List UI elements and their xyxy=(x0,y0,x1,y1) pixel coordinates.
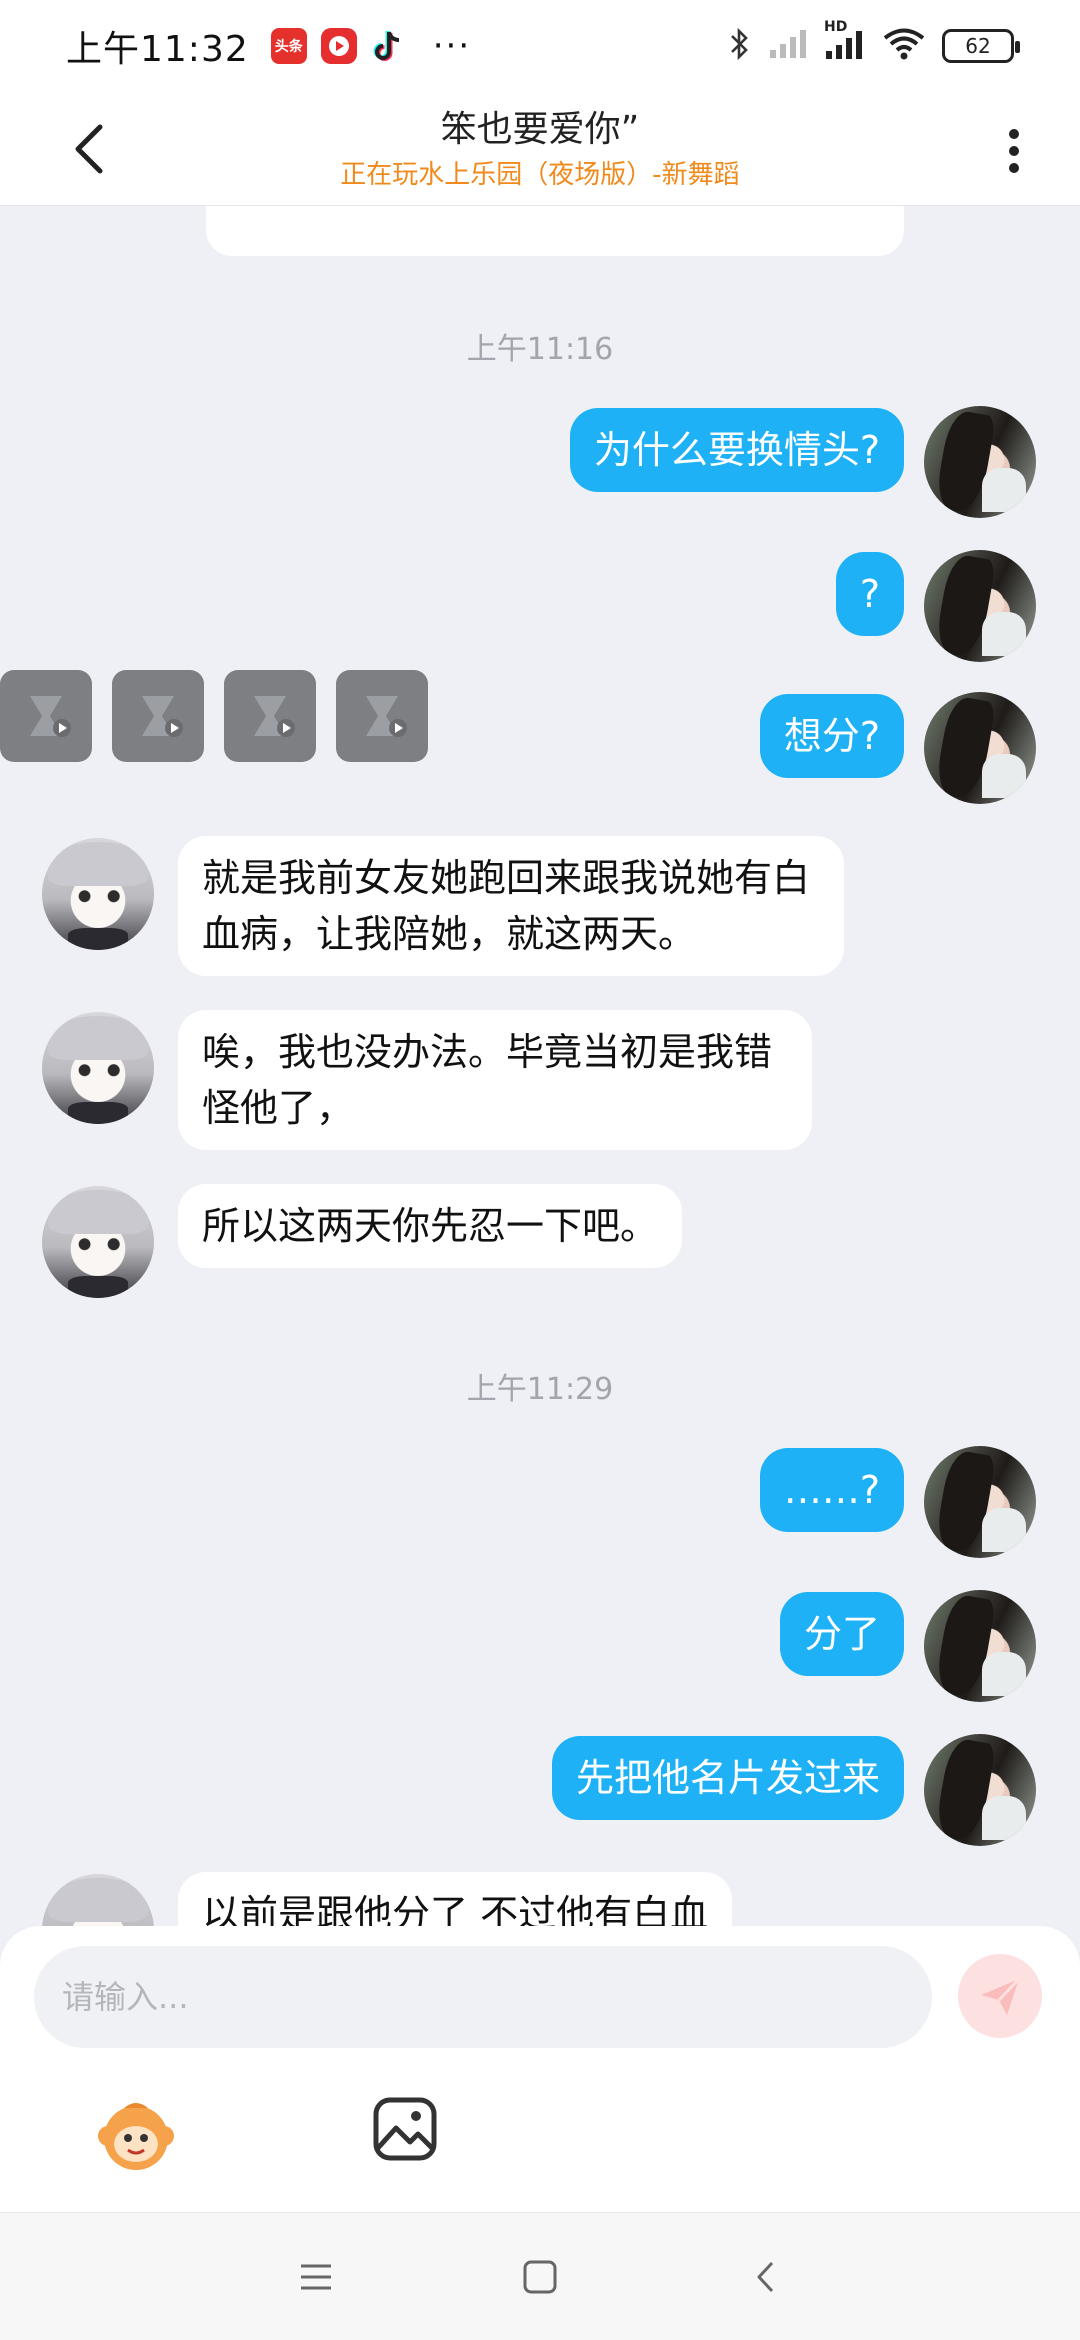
hd-label: HD xyxy=(824,19,848,35)
outgoing-message[interactable]: ……? xyxy=(759,1448,904,1532)
my-avatar[interactable] xyxy=(924,1734,1036,1846)
tiktok-icon xyxy=(371,28,407,64)
timestamp-divider: 上午11:29 xyxy=(466,1372,614,1407)
contact-avatar[interactable] xyxy=(42,1186,154,1298)
incoming-message[interactable]: 以前是跟他分了 不过他有白血 xyxy=(178,1872,733,1926)
mascot-emoji-button[interactable] xyxy=(94,2092,178,2176)
send-icon xyxy=(981,1977,1021,2015)
input-panel xyxy=(0,1926,1080,2212)
system-indicators: HD 62 xyxy=(728,19,1020,66)
contact-name: 笨也要爱你” xyxy=(440,109,640,150)
incoming-message[interactable]: 就是我前女友她跑回来跟我说她有白血病，让我陪她，就这两天。 xyxy=(178,836,844,976)
signal-empty-icon xyxy=(768,28,808,64)
recent-apps-button[interactable] xyxy=(286,2247,346,2307)
home-square-icon xyxy=(523,2260,557,2294)
more-vert-icon xyxy=(1009,129,1019,139)
battery-indicator: 62 xyxy=(942,29,1020,63)
image-icon xyxy=(373,2097,437,2161)
video-thumbnail[interactable] xyxy=(336,670,428,762)
my-avatar[interactable] xyxy=(924,692,1036,804)
status-bar: 上午11:32 头条 ··· HD 62 xyxy=(0,0,1080,92)
outgoing-message[interactable]: 想分? xyxy=(759,694,904,778)
my-avatar[interactable] xyxy=(924,1590,1036,1702)
more-options-button[interactable] xyxy=(984,118,1044,184)
my-avatar[interactable] xyxy=(924,1446,1036,1558)
status-time: 上午11:32 xyxy=(66,29,249,70)
signal-hd-icon: HD xyxy=(824,19,866,65)
video-thumbnail[interactable] xyxy=(112,670,204,762)
more-notifications-icon: ··· xyxy=(432,26,472,66)
outgoing-message[interactable]: 为什么要换情头? xyxy=(569,408,904,492)
monkey-mascot-icon xyxy=(98,2103,174,2170)
incoming-message[interactable]: 唉，我也没办法。毕竟当初是我错怪他了， xyxy=(178,1010,812,1150)
back-chevron-icon xyxy=(757,2261,774,2293)
bluetooth-icon xyxy=(728,26,752,66)
wifi-icon xyxy=(882,27,926,65)
outgoing-message[interactable]: 先把他名片发过来 xyxy=(551,1736,904,1820)
contact-activity-status: 正在玩水上乐园（夜场版）-新舞蹈 xyxy=(340,160,740,190)
my-avatar[interactable] xyxy=(924,406,1036,518)
previous-message-card[interactable] xyxy=(206,206,904,256)
toutiao-icon: 头条 xyxy=(270,28,307,64)
video-app-icon xyxy=(320,28,357,64)
video-thumbnail[interactable] xyxy=(224,670,316,762)
hourglass-play-icon xyxy=(366,696,407,737)
outgoing-message[interactable]: 分了 xyxy=(779,1592,904,1676)
nav-back-button[interactable] xyxy=(736,2247,796,2307)
contact-avatar[interactable] xyxy=(42,1012,154,1124)
contact-avatar[interactable] xyxy=(42,1874,154,1926)
outgoing-message[interactable]: ? xyxy=(835,552,904,636)
home-button[interactable] xyxy=(510,2247,570,2307)
menu-icon xyxy=(301,2264,331,2290)
video-thumbnail[interactable] xyxy=(0,670,92,762)
message-list[interactable]: 上午11:16 为什么要换情头? ? 想分? 就是我前女友她跑回来跟我说她有白血… xyxy=(0,206,1080,1926)
system-nav-bar xyxy=(0,2212,1080,2340)
image-picker-button[interactable] xyxy=(370,2094,440,2164)
timestamp-divider: 上午11:16 xyxy=(466,332,614,367)
hourglass-play-icon xyxy=(142,696,183,737)
hourglass-play-icon xyxy=(30,696,71,737)
chat-header: 笨也要爱你” 正在玩水上乐园（夜场版）-新舞蹈 xyxy=(0,92,1080,206)
send-button[interactable] xyxy=(958,1954,1042,2038)
contact-avatar[interactable] xyxy=(42,838,154,950)
my-avatar[interactable] xyxy=(924,550,1036,662)
chat-screen: 上午11:32 头条 ··· HD 62 笨也要爱你” 正在玩水上乐园（夜场版）… xyxy=(0,0,1080,2340)
notification-icons: 头条 xyxy=(270,28,407,64)
incoming-message[interactable]: 所以这两天你先忍一下吧。 xyxy=(178,1184,683,1268)
hourglass-play-icon xyxy=(254,696,295,737)
message-input[interactable] xyxy=(34,1946,932,2048)
